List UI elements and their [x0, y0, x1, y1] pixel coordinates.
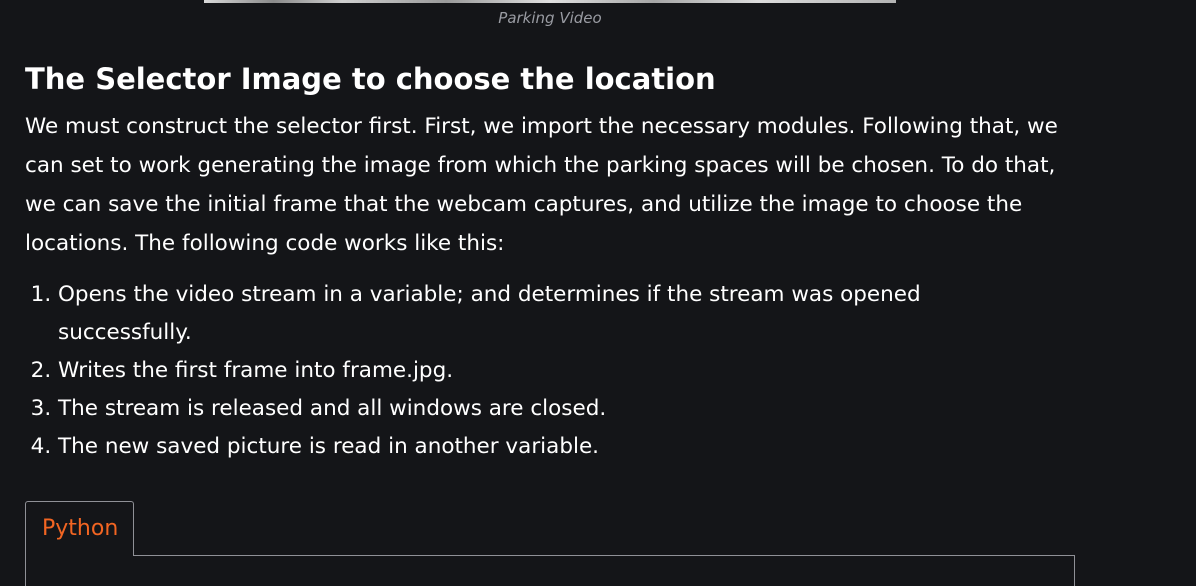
code-block[interactable] [25, 555, 1075, 586]
list-item: The new saved picture is read in another… [58, 428, 978, 466]
list-item: Writes the first frame into frame.jpg. [58, 352, 978, 390]
tab-python[interactable]: Python [25, 501, 134, 556]
video-caption: Parking Video [498, 9, 602, 27]
section-paragraph: We must construct the selector first. Fi… [25, 114, 1058, 256]
section-heading: The Selector Image to choose the locatio… [25, 62, 716, 96]
parking-video[interactable] [204, 0, 896, 3]
tab-label: Python [42, 516, 119, 541]
steps-list: Opens the video stream in a variable; an… [25, 276, 978, 466]
list-item: The stream is released and all windows a… [58, 390, 978, 428]
list-item: Opens the video stream in a variable; an… [58, 276, 978, 352]
article-page: Parking Video The Selector Image to choo… [0, 0, 1196, 586]
